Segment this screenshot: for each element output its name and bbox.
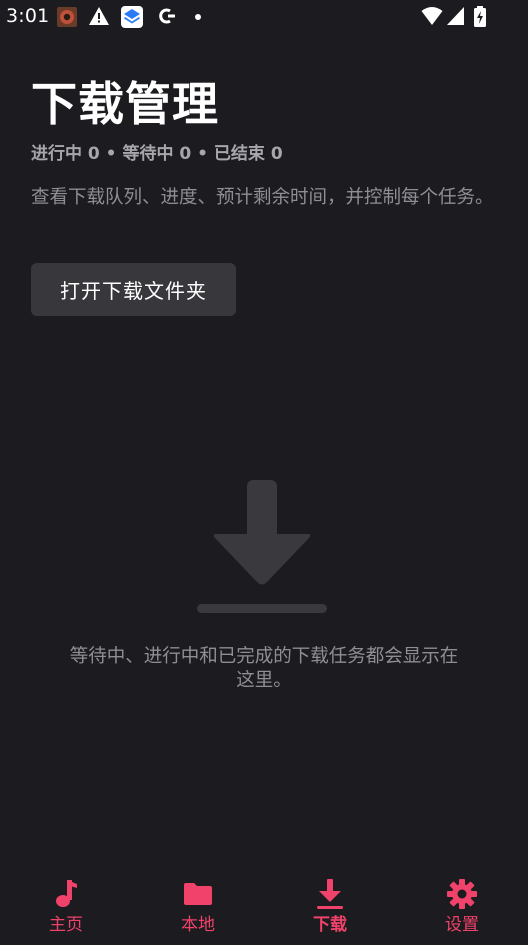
download-icon [314, 878, 346, 910]
nav-label-home: 主页 [49, 915, 83, 935]
app-notification-icon [56, 6, 78, 27]
open-download-folder-label: 打开下载文件夹 [60, 279, 207, 303]
settings-gear-icon [446, 878, 478, 910]
page-description: 查看下载队列、进度、预计剩余时间，并控制每个任务。 [31, 187, 494, 208]
download-icon [195, 478, 329, 614]
download-stats: 进行中 0 • 等待中 0 • 已结束 0 [31, 144, 283, 164]
nav-label-downloads: 下载 [313, 915, 347, 935]
nav-item-home[interactable]: 主页 [0, 868, 132, 938]
empty-state-message: 等待中、进行中和已完成的下载任务都会显示在这里。 [69, 646, 459, 691]
status-bar: 3:01 [0, 0, 528, 34]
nav-label-local: 本地 [181, 915, 215, 935]
signal-icon [446, 6, 466, 26]
nav-item-settings[interactable]: 设置 [396, 868, 528, 938]
battery-charging-icon [473, 6, 487, 27]
wifi-icon [421, 6, 443, 26]
nav-item-local[interactable]: 本地 [132, 868, 264, 938]
warning-icon [88, 6, 110, 26]
c-app-icon [155, 6, 177, 26]
music-note-icon [50, 878, 82, 910]
dot-icon [193, 6, 203, 26]
open-download-folder-button[interactable]: 打开下载文件夹 [31, 263, 236, 316]
bottom-navigation: 主页 本地 下载 设置 [0, 868, 528, 945]
status-time: 3:01 [6, 5, 50, 27]
stack-app-icon [121, 6, 143, 28]
nav-item-downloads[interactable]: 下载 [264, 868, 396, 938]
folder-icon [182, 878, 214, 910]
page-title: 下载管理 [31, 77, 219, 131]
nav-label-settings: 设置 [445, 915, 479, 935]
